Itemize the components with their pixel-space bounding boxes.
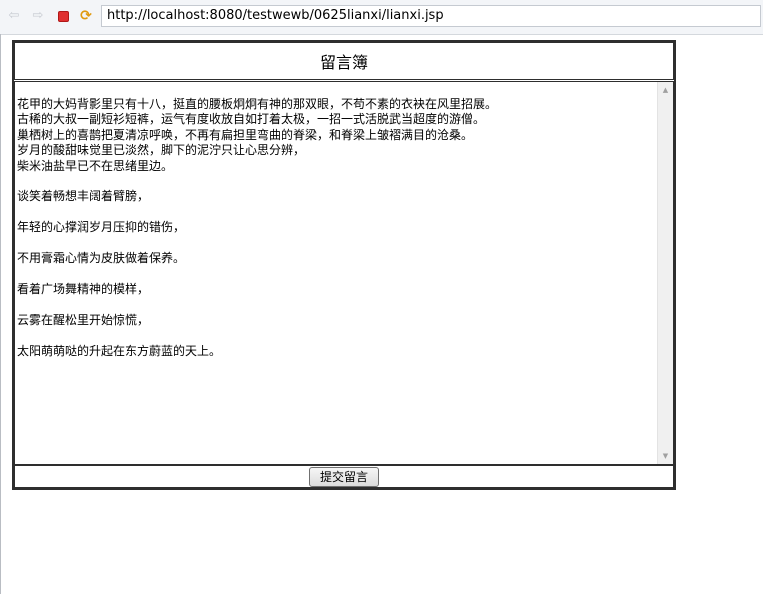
refresh-icon[interactable]: ⟳ [78,8,94,24]
back-icon[interactable]: ⇦ [6,8,22,24]
scroll-up-icon[interactable]: ▲ [658,82,673,98]
submit-message-button[interactable]: 提交留言 [308,466,379,487]
message-textarea[interactable]: 花甲的大妈背影里只有十八，挺直的腰板炯炯有神的那双眼，不苟不素的衣袂在风里招展。… [15,82,660,464]
forward-icon[interactable]: ⇨ [30,8,46,24]
browser-window: ⇦ ⇨ ⟳ http://localhost:8080/testwewb/062… [0,0,763,594]
browser-toolbar: ⇦ ⇨ ⟳ http://localhost:8080/testwewb/062… [0,0,763,35]
message-textarea-container: 花甲的大妈背影里只有十八，挺直的腰板炯炯有神的那双眼，不苟不素的衣袂在风里招展。… [14,81,674,465]
address-bar[interactable]: http://localhost:8080/testwewb/0625lianx… [101,5,761,27]
guestbook-table: 留言簿 花甲的大妈背影里只有十八，挺直的腰板炯炯有神的那双眼，不苟不素的衣袂在风… [12,40,676,490]
page-title: 留言簿 [319,53,368,72]
vertical-scrollbar[interactable]: ▲ ▼ [657,82,673,464]
guestbook-header: 留言簿 [14,42,674,80]
frame-edge [0,34,1,594]
stop-icon[interactable] [55,8,71,24]
guestbook-footer: 提交留言 [14,465,674,488]
scroll-down-icon[interactable]: ▼ [658,448,673,464]
